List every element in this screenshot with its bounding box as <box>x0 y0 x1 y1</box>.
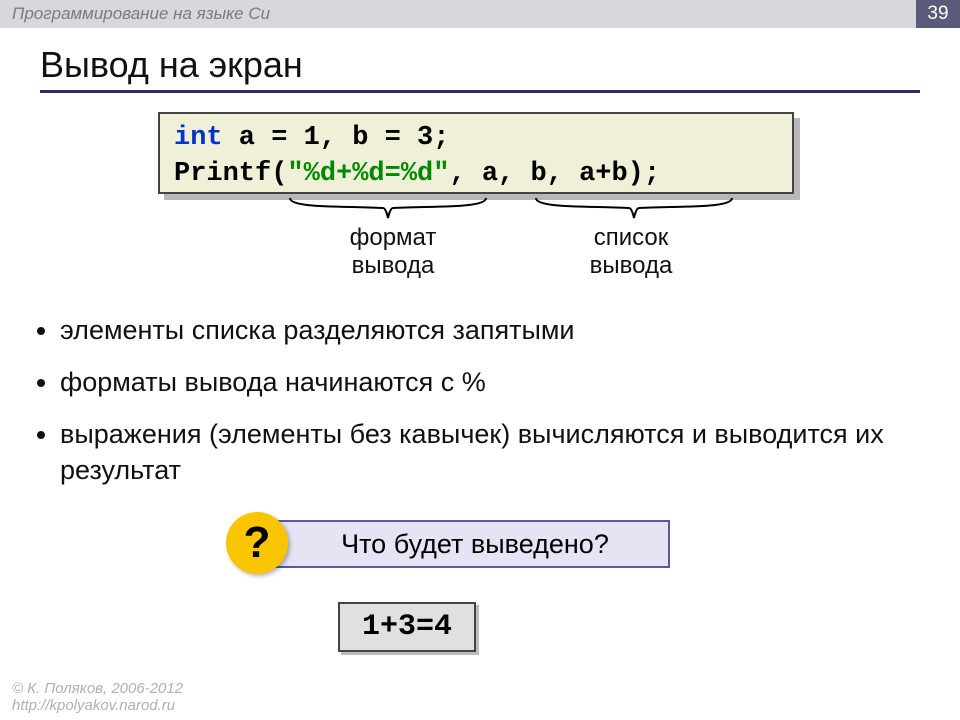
annotation-list-l1: список <box>594 224 669 251</box>
annotation-list: список вывода <box>576 224 686 280</box>
annotation-format-l1: формат <box>350 224 437 251</box>
question-text: Что будет выведено? <box>341 529 609 559</box>
bullet-item: выражения (элементы без кавычек) вычисля… <box>60 416 928 488</box>
code-args: , a, b, a+b); <box>449 159 660 189</box>
page-number: 39 <box>916 0 960 28</box>
bullet-item: элементы списка разделяются запятыми <box>60 312 928 348</box>
code-content: int a = 1, b = 3; Printf("%d+%d=%d", a, … <box>158 112 794 194</box>
brace-format-icon <box>288 196 488 222</box>
footer-copyright: © К. Поляков, 2006-2012 <box>12 680 183 697</box>
question-box: ? Что будет выведено? <box>250 520 670 568</box>
annotation-format: формат вывода <box>338 224 448 280</box>
annotation-list-l2: вывода <box>590 252 673 279</box>
code-string: "%d+%d=%d" <box>287 159 449 189</box>
answer-box: 1+3=4 <box>338 602 476 652</box>
code-block: int a = 1, b = 3; Printf("%d+%d=%d", a, … <box>158 112 794 194</box>
slide: Программирование на языке Си 39 Вывод на… <box>0 0 960 720</box>
annotation-format-l2: вывода <box>352 252 435 279</box>
bullet-list: элементы списка разделяются запятыми фор… <box>28 312 928 504</box>
code-line1: a = 1, b = 3; <box>223 123 450 153</box>
bullet-item: форматы вывода начинаются с % <box>60 364 928 400</box>
page-title: Вывод на экран <box>40 44 920 93</box>
code-fn: Printf( <box>174 159 287 189</box>
header-bar: Программирование на языке Си 39 <box>0 0 960 28</box>
brace-list-icon <box>534 196 734 222</box>
footer-url: http://kpolyakov.narod.ru <box>12 697 175 714</box>
course-title: Программирование на языке Си <box>12 4 270 23</box>
footer: © К. Поляков, 2006-2012 http://kpolyakov… <box>12 680 183 714</box>
code-keyword: int <box>174 123 223 153</box>
question-badge-icon: ? <box>226 512 288 574</box>
